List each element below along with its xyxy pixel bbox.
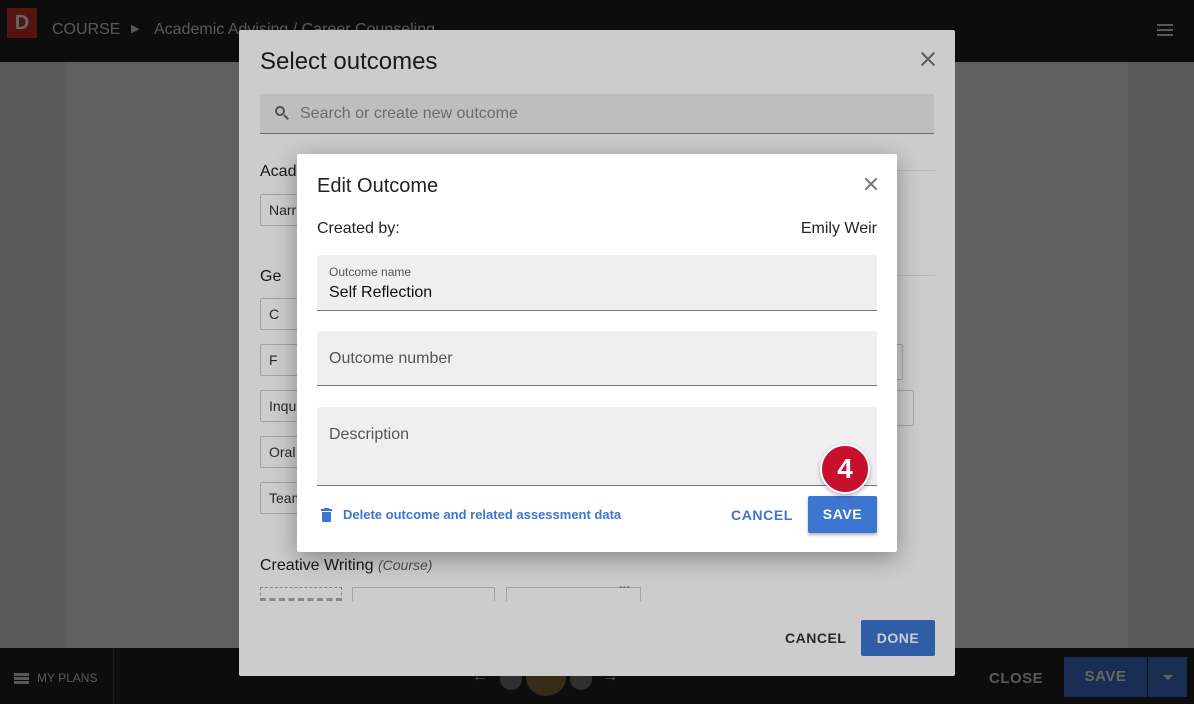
dialog-title: Edit Outcome	[317, 175, 439, 197]
step-badge: 4	[820, 444, 870, 494]
outcome-number-field[interactable]: Outcome number	[317, 331, 877, 386]
close-icon[interactable]	[863, 176, 879, 192]
created-by-label: Created by:	[317, 220, 400, 237]
outcome-name-field[interactable]: Outcome name Self Reflection	[317, 255, 877, 311]
edit-outcome-dialog: Edit Outcome Created by: Emily Weir Outc…	[297, 154, 897, 552]
cancel-button[interactable]: CANCEL	[731, 507, 793, 523]
outcome-name-input[interactable]: Self Reflection	[329, 284, 432, 302]
trash-icon	[321, 507, 332, 522]
delete-outcome-link[interactable]: Delete outcome and related assessment da…	[321, 507, 621, 522]
created-by-value: Emily Weir	[800, 220, 877, 237]
description-field[interactable]: Description	[317, 407, 877, 486]
save-button[interactable]: SAVE	[808, 496, 877, 533]
delete-outcome-label: Delete outcome and related assessment da…	[343, 507, 622, 522]
field-label: Outcome name	[329, 265, 412, 279]
description-input[interactable]: Description	[329, 426, 409, 444]
outcome-number-input[interactable]: Outcome number	[329, 350, 453, 368]
